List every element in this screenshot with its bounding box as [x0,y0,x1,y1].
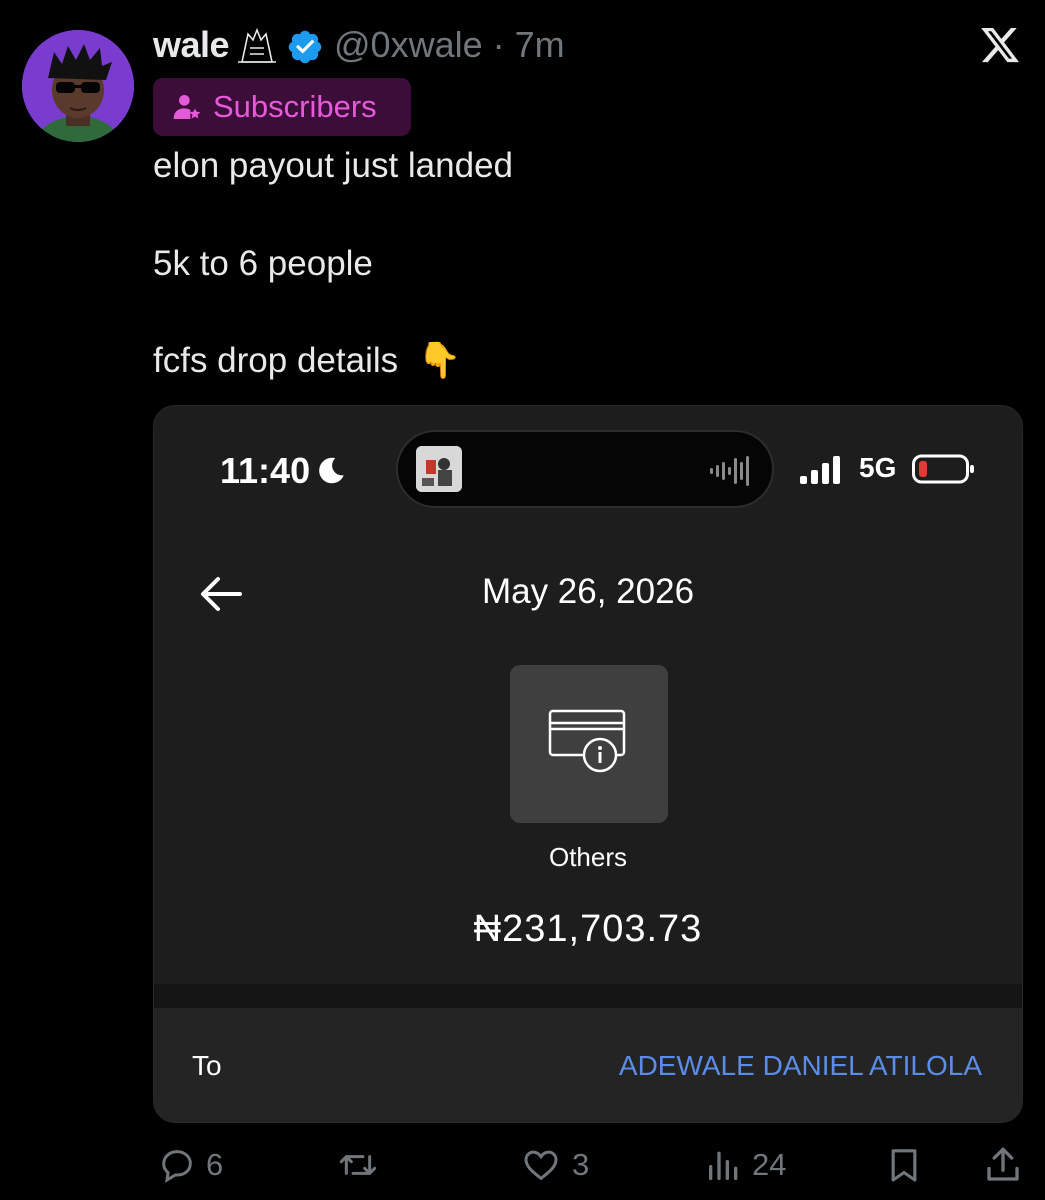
display-name[interactable]: wale [153,24,230,66]
bookmark-button[interactable] [884,1143,924,1187]
reply-count: 6 [206,1147,224,1182]
like-count: 3 [572,1147,590,1182]
verified-badge-icon [288,30,322,64]
share-icon [987,1147,1019,1181]
attached-image[interactable]: 11:40 5G May 26, 2026 Others ₦231,703.73… [153,405,1023,1123]
bookmark-icon [891,1149,917,1182]
subscribers-label: Subscribers [213,89,377,124]
x-logo-icon[interactable] [978,24,1022,66]
avatar[interactable] [22,30,134,142]
views-button[interactable]: 24 [704,1143,786,1187]
views-icon [709,1151,738,1180]
post-text-line-3-text: fcfs drop details [153,341,399,380]
card-info-icon [548,709,626,773]
audio-wave-icon [710,456,749,486]
recipient-row: To ADEWALE DANIEL ATILOLA [154,1008,1022,1122]
transaction-amount: ₦231,703.73 [473,908,703,950]
transaction-date: May 26, 2026 [481,572,695,611]
pointing-down-emoji: 👇 [417,341,462,380]
category-tile [510,665,668,823]
repost-button[interactable] [334,1143,390,1187]
moon-icon [319,457,344,484]
reply-button[interactable]: 6 [156,1143,223,1187]
handle-and-time[interactable]: @0xwale · 7m [334,24,565,66]
now-playing-artwork [416,446,462,492]
dynamic-island [396,430,774,508]
network-type: 5G [859,452,897,483]
repost-icon [339,1155,377,1175]
category-label: Others [548,842,628,872]
time-ago[interactable]: 7m [515,24,565,65]
like-icon [524,1150,558,1181]
share-button[interactable] [982,1143,1024,1187]
post-text-line-1: elon payout just landed [153,146,513,185]
receipt-divider [154,984,1022,1008]
post-text-line-3: fcfs drop details 👇 [153,340,461,381]
view-count: 24 [752,1147,787,1182]
signal-icon [800,456,840,484]
battery-icon [912,454,974,484]
like-button[interactable]: 3 [518,1143,589,1187]
reply-icon [162,1150,192,1183]
subscriber-icon [173,95,201,119]
owl-emoji-icon [238,27,276,63]
subscribers-badge[interactable]: Subscribers [153,78,411,136]
to-label: To [192,1050,222,1081]
status-time: 11:40 [220,450,311,491]
recipient-name: ADEWALE DANIEL ATILOLA [618,1050,982,1081]
separator: · [492,24,505,65]
post-text-line-2: 5k to 6 people [153,244,373,283]
handle[interactable]: @0xwale [334,24,483,65]
